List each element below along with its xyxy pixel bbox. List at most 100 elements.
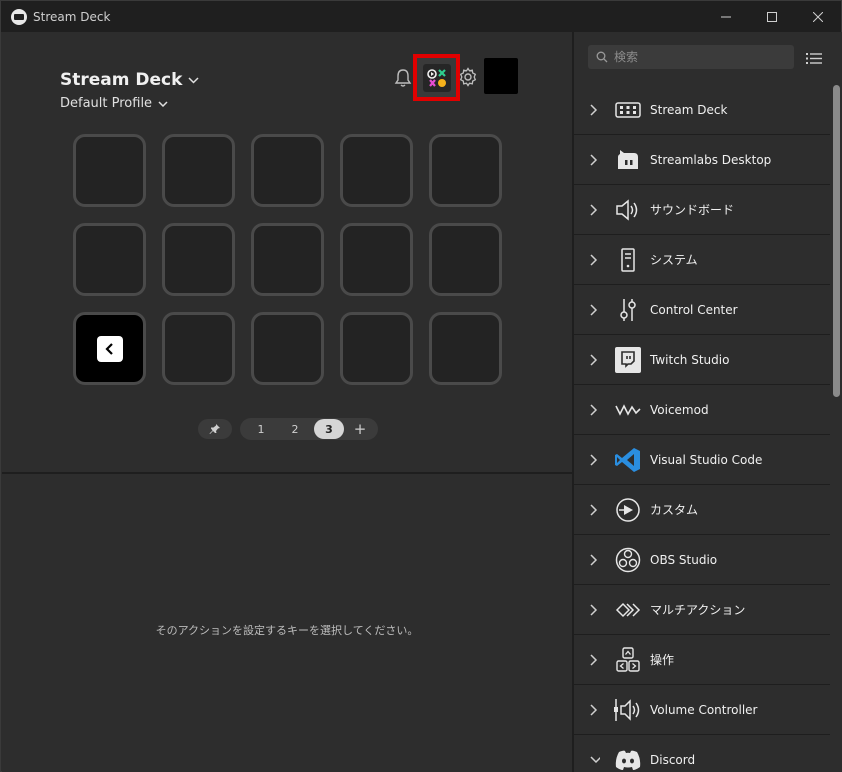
category-label: Control Center	[650, 302, 738, 317]
page-tab-2[interactable]: 2	[280, 419, 310, 439]
category-label: Discord	[650, 752, 696, 767]
category-soundboard[interactable]: サウンドボード	[574, 185, 830, 235]
notifications-button[interactable]	[394, 68, 412, 92]
profile-selector[interactable]: Default Profile	[60, 96, 168, 111]
category-label: Streamlabs Desktop	[650, 152, 772, 167]
key-slot[interactable]	[429, 223, 502, 296]
category-label: Stream Deck	[650, 102, 728, 117]
key-slot[interactable]	[340, 223, 413, 296]
back-key[interactable]	[73, 312, 146, 385]
key-slot[interactable]	[162, 312, 235, 385]
search-box[interactable]	[588, 45, 794, 69]
scrollbar-thumb[interactable]	[833, 85, 840, 397]
gear-icon	[459, 67, 477, 87]
minimize-button[interactable]	[703, 1, 749, 32]
key-slot[interactable]	[429, 312, 502, 385]
category-label: Volume Controller	[650, 702, 758, 717]
category-visual-studio-code[interactable]: Visual Studio Code	[574, 435, 830, 485]
chevron-right-icon	[590, 353, 600, 366]
volume-controller-icon	[614, 696, 642, 724]
key-slot[interactable]	[340, 312, 413, 385]
obs-icon	[614, 546, 642, 574]
page-tab-1[interactable]: 1	[246, 419, 276, 439]
chevron-right-icon	[590, 253, 600, 266]
category-label: Visual Studio Code	[650, 452, 763, 467]
plugin-store-button[interactable]	[413, 54, 460, 101]
key-slot[interactable]	[251, 134, 324, 207]
chevron-right-icon	[590, 653, 600, 666]
search-icon	[596, 51, 608, 63]
voicemod-icon	[614, 396, 642, 424]
property-inspector-hint: そのアクションを設定するキーを選択してください。	[155, 624, 419, 637]
category-discord[interactable]: Discord	[574, 735, 830, 772]
device-area: Stream Deck Default Profile 1 2 3 +	[2, 32, 572, 472]
category-voicemod[interactable]: Voicemod	[574, 385, 830, 435]
key-slot[interactable]	[162, 223, 235, 296]
key-slot[interactable]	[73, 134, 146, 207]
chevron-right-icon	[590, 553, 600, 566]
action-category-list: Stream Deck Streamlabs Desktop サウンドボード シ…	[574, 85, 830, 772]
window-title: Stream Deck	[33, 9, 111, 24]
key-slot[interactable]	[251, 312, 324, 385]
chevron-right-icon	[590, 403, 600, 416]
category-volume-controller[interactable]: Volume Controller	[574, 685, 830, 735]
chevron-down-icon	[590, 755, 600, 764]
device-selector[interactable]: Stream Deck	[60, 70, 199, 90]
search-input[interactable]	[614, 50, 774, 64]
category-streamlabs-desktop[interactable]: Streamlabs Desktop	[574, 135, 830, 185]
category-twitch-studio[interactable]: Twitch Studio	[574, 335, 830, 385]
plugin-store-icon	[422, 63, 451, 92]
chevron-right-icon	[590, 203, 600, 216]
chevron-right-icon	[590, 453, 600, 466]
speaker-icon	[614, 196, 642, 224]
canvas-panel: Stream Deck Default Profile 1 2 3 + そのアク…	[2, 32, 572, 772]
maximize-button[interactable]	[749, 1, 795, 32]
key-slot[interactable]	[73, 223, 146, 296]
chevron-down-icon	[158, 100, 168, 107]
category-system[interactable]: システム	[574, 235, 830, 285]
panel-divider[interactable]	[2, 472, 572, 474]
category-navigation[interactable]: 操作	[574, 635, 830, 685]
add-page-button[interactable]: +	[348, 419, 372, 439]
close-button[interactable]	[795, 1, 841, 32]
category-label: OBS Studio	[650, 552, 718, 567]
back-arrow-icon	[96, 335, 123, 362]
key-slot[interactable]	[251, 223, 324, 296]
device-preview[interactable]	[484, 58, 518, 94]
category-stream-deck[interactable]: Stream Deck	[574, 85, 830, 135]
chevron-right-icon	[590, 703, 600, 716]
chevron-right-icon	[590, 303, 600, 316]
key-slot[interactable]	[162, 134, 235, 207]
category-label: Voicemod	[650, 402, 709, 417]
list-view-button[interactable]	[806, 50, 822, 69]
title-bar[interactable]: Stream Deck	[1, 1, 841, 32]
chevron-right-icon	[590, 603, 600, 616]
category-label: カスタム	[650, 503, 699, 517]
chevron-right-icon	[590, 503, 600, 516]
vscode-icon	[614, 446, 642, 474]
sliders-icon	[614, 296, 642, 324]
category-obs-studio[interactable]: OBS Studio	[574, 535, 830, 585]
category-label: Twitch Studio	[650, 352, 730, 367]
category-label: マルチアクション	[650, 603, 746, 617]
key-grid	[73, 134, 502, 385]
category-custom[interactable]: カスタム	[574, 485, 830, 535]
streamlabs-icon	[614, 146, 642, 174]
key-slot[interactable]	[429, 134, 502, 207]
page-navigator: 1 2 3 +	[198, 418, 378, 440]
settings-button[interactable]	[458, 67, 478, 91]
profile-name-label: Default Profile	[60, 96, 153, 111]
chevron-right-icon	[590, 153, 600, 166]
list-icon	[806, 53, 822, 64]
category-multi-action[interactable]: マルチアクション	[574, 585, 830, 635]
key-slot[interactable]	[340, 134, 413, 207]
app-window: Stream Deck Stream Deck Default Profile	[0, 0, 842, 772]
page-tab-3[interactable]: 3	[314, 419, 344, 439]
close-icon	[813, 11, 823, 22]
category-control-center[interactable]: Control Center	[574, 285, 830, 335]
navigation-icon	[614, 646, 642, 674]
scrollbar[interactable]	[831, 85, 841, 772]
pin-icon	[209, 424, 220, 434]
window-controls	[703, 1, 841, 32]
pin-button[interactable]	[198, 419, 232, 439]
